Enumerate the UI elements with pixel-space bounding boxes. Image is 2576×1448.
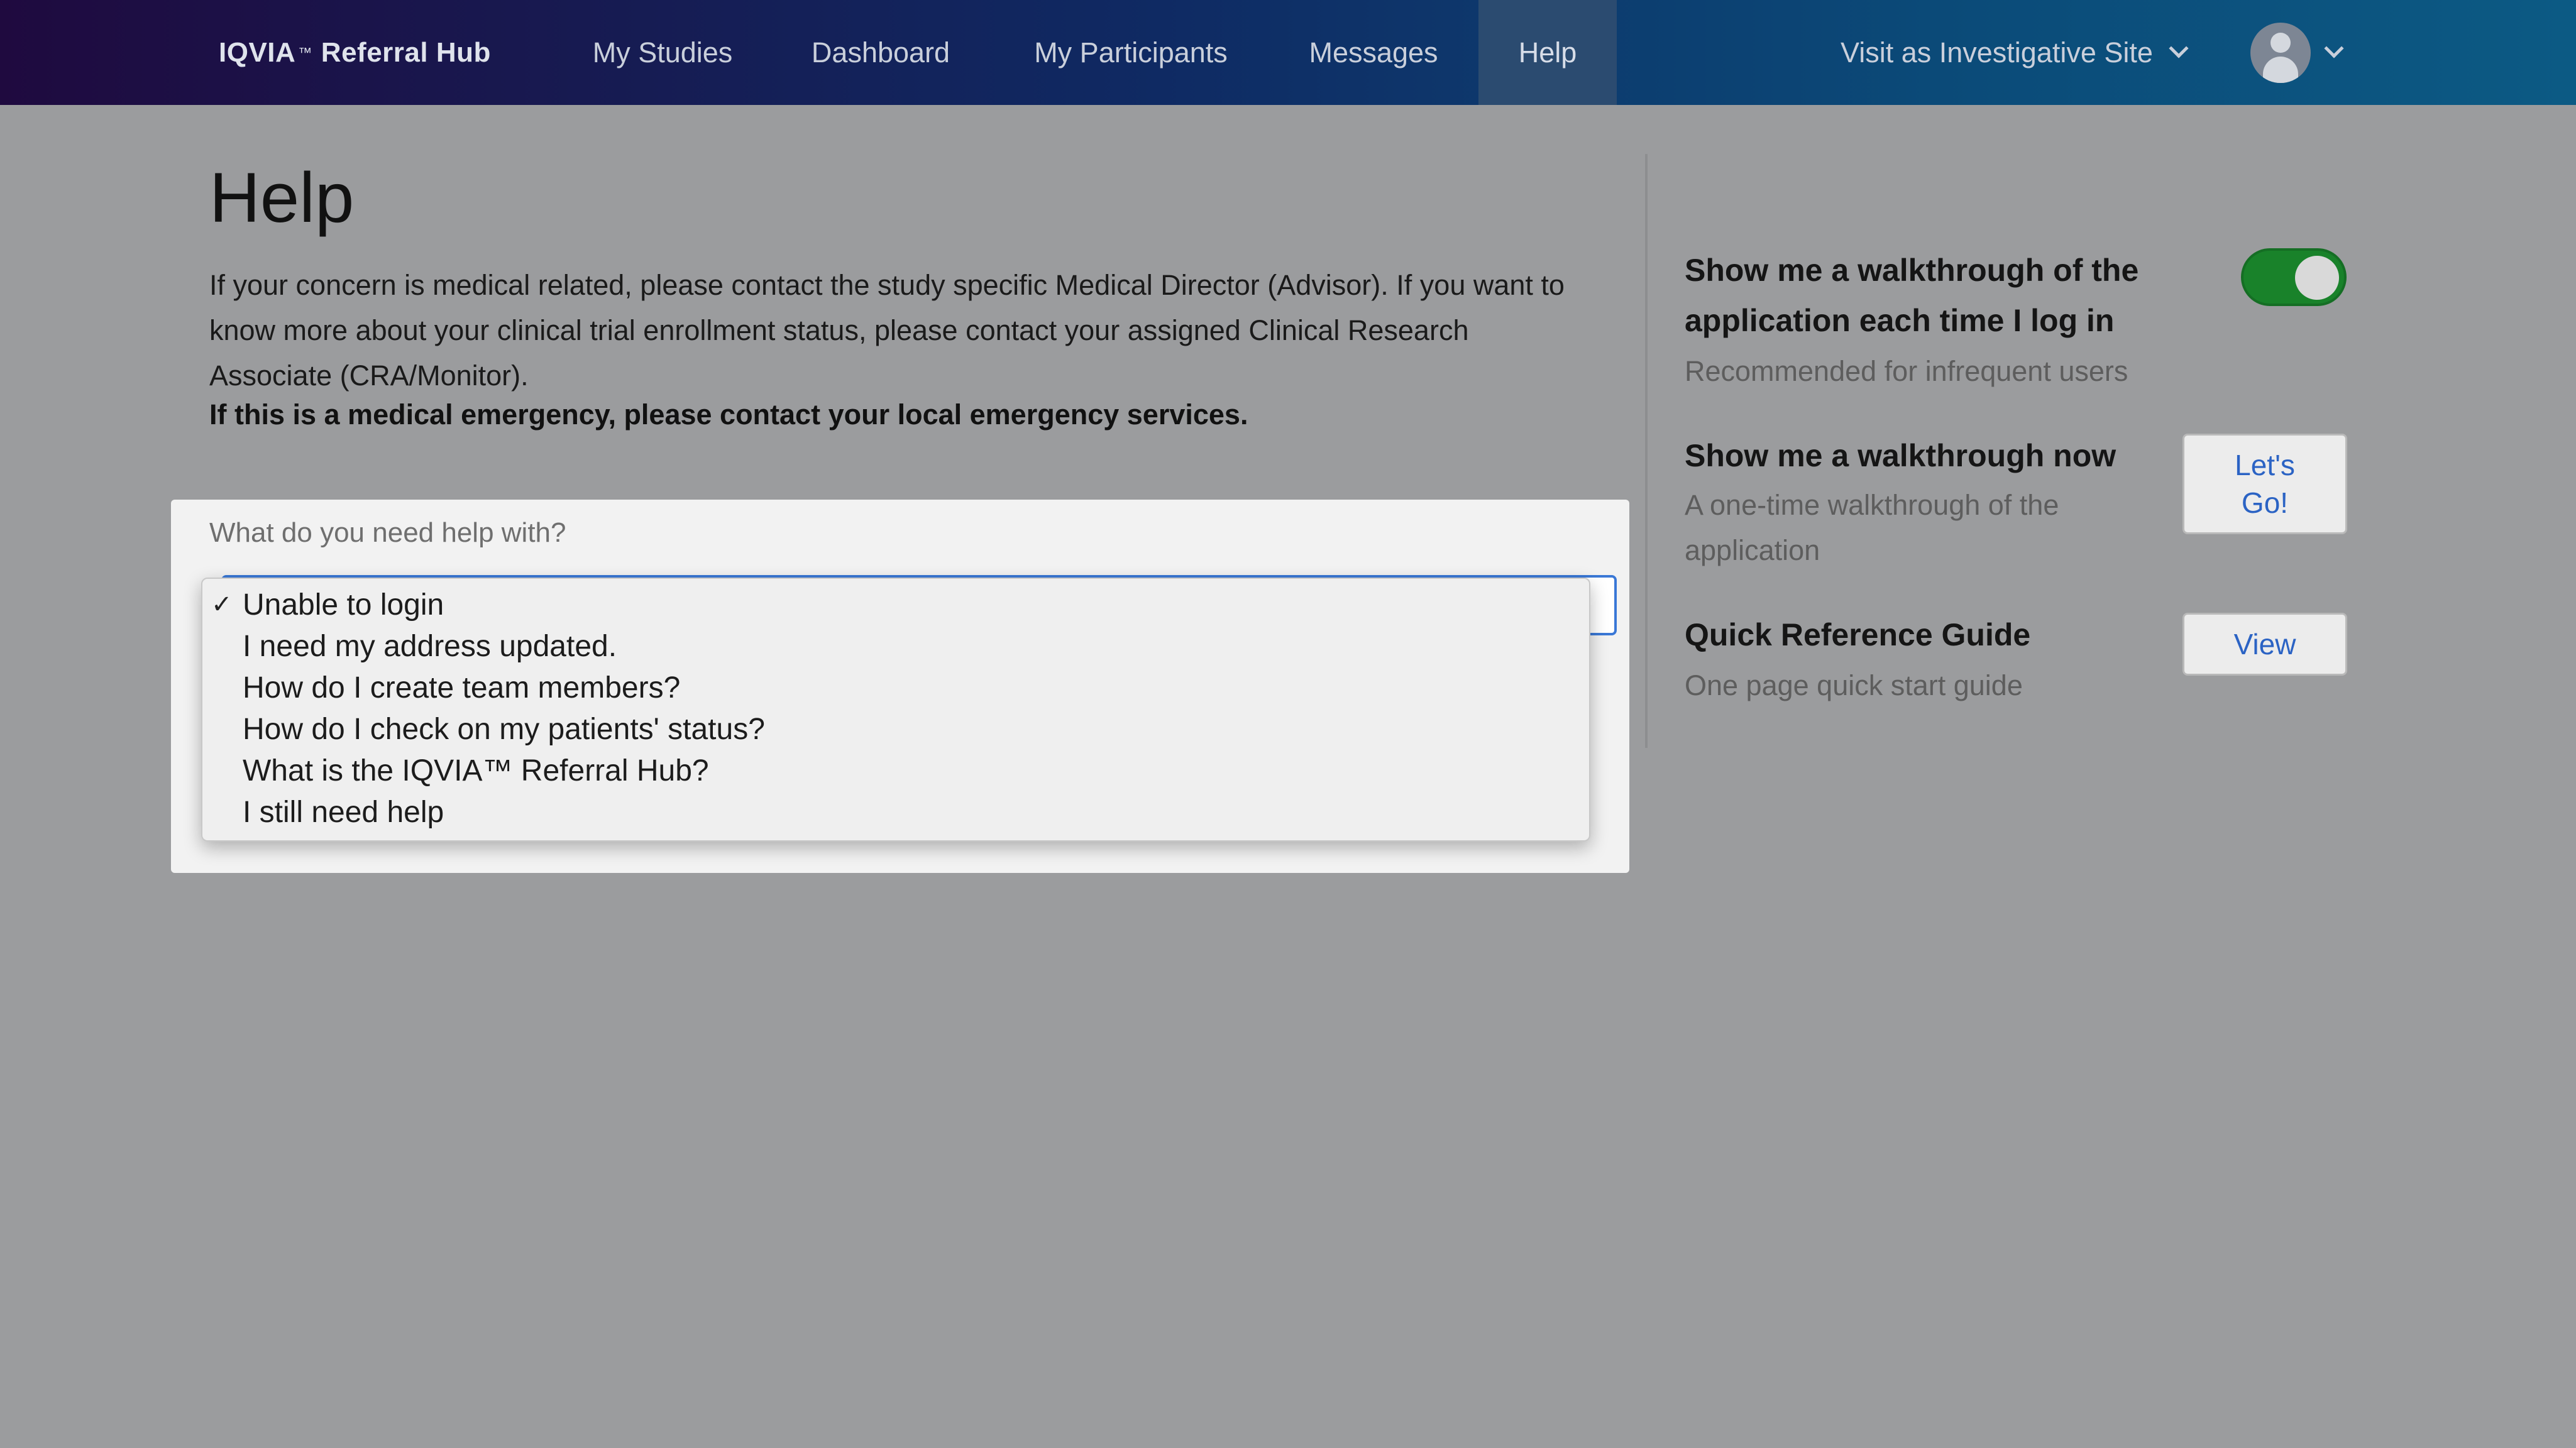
- visit-as-site-label: Visit as Investigative Site: [1841, 36, 2153, 69]
- nav-my-participants[interactable]: My Participants: [1018, 0, 1243, 105]
- dropdown-option[interactable]: What is the IQVIA™ Referral Hub?: [202, 750, 1589, 791]
- page-title: Help: [209, 158, 355, 237]
- checkmark-icon: ✓: [211, 591, 233, 618]
- brand-logo[interactable]: IQVIA ™ Referral Hub: [219, 0, 491, 105]
- dropdown-option[interactable]: How do I create team members?: [202, 667, 1589, 708]
- dropdown-option[interactable]: How do I check on my patients' status?: [202, 708, 1589, 750]
- dropdown-option[interactable]: I still need help: [202, 791, 1589, 833]
- walkthrough-login-subtitle: Recommended for infrequent users: [1685, 355, 2128, 387]
- brand-name: IQVIA: [219, 36, 296, 68]
- walkthrough-now-title: Show me a walkthrough now: [1685, 438, 2116, 473]
- dropdown-option-label: I need my address updated.: [243, 629, 617, 663]
- toggle-knob: [2295, 256, 2339, 300]
- nav-my-studies[interactable]: My Studies: [577, 0, 748, 105]
- top-navigation-bar: IQVIA ™ Referral Hub My Studies Dashboar…: [0, 0, 2576, 105]
- dropdown-option-label: Unable to login: [243, 588, 444, 622]
- vertical-divider: [1645, 154, 1648, 748]
- chevron-down-icon: [2324, 38, 2344, 58]
- lets-go-button[interactable]: Let's Go!: [2182, 434, 2347, 534]
- walkthrough-login-toggle[interactable]: [2241, 248, 2347, 306]
- dropdown-option-label: How do I check on my patients' status?: [243, 712, 765, 746]
- help-topic-card: What do you need help with? ✓ Unable to …: [171, 500, 1629, 873]
- nav-help[interactable]: Help: [1478, 0, 1617, 105]
- nav-dashboard[interactable]: Dashboard: [792, 0, 969, 105]
- view-guide-button[interactable]: View: [2182, 613, 2347, 676]
- walkthrough-now-subtitle: A one-time walkthrough of the applicatio…: [1685, 489, 2059, 566]
- help-intro-text: If your concern is medical related, plea…: [209, 269, 1565, 392]
- user-avatar-icon: [2250, 23, 2311, 83]
- brand-trademark: ™: [298, 44, 312, 60]
- dropdown-option-label: I still need help: [243, 795, 444, 829]
- dropdown-option-label: What is the IQVIA™ Referral Hub?: [243, 754, 709, 787]
- emergency-warning-text: If this is a medical emergency, please c…: [209, 398, 1248, 431]
- quick-reference-title: Quick Reference Guide: [1685, 617, 2031, 652]
- brand-suffix: Referral Hub: [321, 36, 491, 68]
- dropdown-option[interactable]: I need my address updated.: [202, 625, 1589, 667]
- walkthrough-login-title: Show me a walkthrough of the application…: [1685, 253, 2139, 338]
- dropdown-option-label: How do I create team members?: [243, 671, 681, 705]
- user-menu[interactable]: [2250, 23, 2344, 83]
- visit-as-site-dropdown[interactable]: Visit as Investigative Site: [1841, 0, 2189, 105]
- help-topic-dropdown-menu: ✓ Unable to login I need my address upda…: [201, 578, 1590, 842]
- help-topic-label: What do you need help with?: [209, 517, 566, 548]
- chevron-down-icon: [2169, 38, 2189, 58]
- dropdown-option-selected[interactable]: ✓ Unable to login: [202, 584, 1589, 625]
- quick-reference-subtitle: One page quick start guide: [1685, 669, 2023, 701]
- nav-messages[interactable]: Messages: [1295, 0, 1452, 105]
